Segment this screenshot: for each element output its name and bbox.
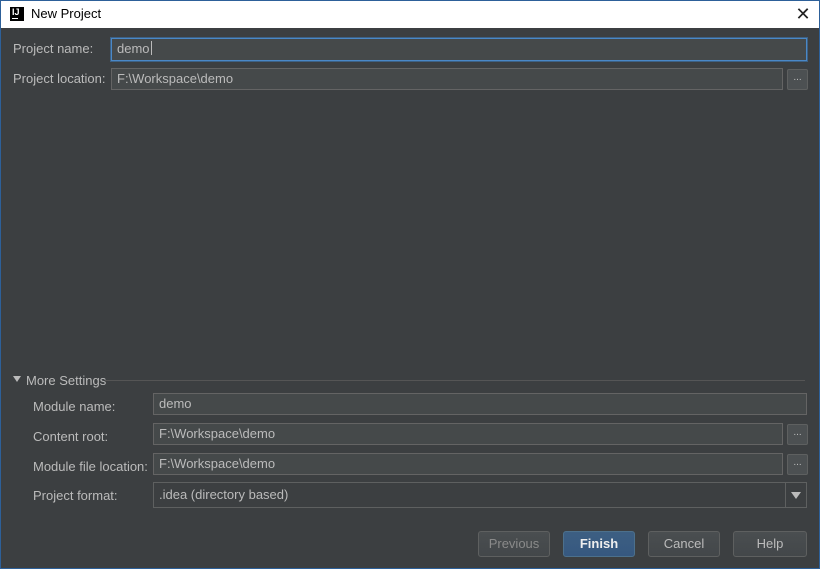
triangle-down-icon (13, 376, 21, 382)
new-project-dialog: IJ New Project ✕ Project name: demo Proj… (0, 0, 820, 569)
window-title: New Project (31, 6, 102, 21)
project-location-input[interactable]: F:\Workspace\demo (111, 68, 783, 90)
module-name-label: Module name: (33, 399, 116, 414)
content-root-browse-button[interactable]: ... (787, 424, 808, 445)
project-name-input[interactable]: demo (111, 38, 807, 61)
cancel-button[interactable]: Cancel (648, 531, 720, 557)
help-button[interactable]: Help (733, 531, 807, 557)
finish-button[interactable]: Finish (563, 531, 635, 557)
more-settings-label: More Settings (26, 373, 107, 388)
module-file-location-browse-button[interactable]: ... (787, 454, 808, 475)
module-name-input[interactable]: demo (153, 393, 807, 415)
chevron-down-icon[interactable] (785, 483, 806, 507)
logo-text: IJ (12, 7, 20, 17)
project-location-browse-button[interactable]: ... (787, 69, 808, 90)
close-icon[interactable]: ✕ (795, 5, 811, 23)
project-location-label: Project location: (13, 71, 106, 86)
previous-button[interactable]: Previous (478, 531, 550, 557)
project-format-label: Project format: (33, 488, 118, 503)
project-format-value: .idea (directory based) (159, 487, 289, 502)
module-file-location-input[interactable]: F:\Workspace\demo (153, 453, 783, 475)
intellij-logo-icon: IJ (10, 7, 24, 21)
project-name-label: Project name: (13, 41, 94, 56)
module-file-location-label: Module file location: (33, 459, 148, 474)
content-root-input[interactable]: F:\Workspace\demo (153, 423, 783, 445)
text-caret (150, 41, 152, 55)
project-format-select[interactable]: .idea (directory based) (153, 482, 807, 508)
content-root-label: Content root: (33, 429, 109, 444)
title-bar: IJ New Project ✕ (1, 1, 819, 28)
section-divider (105, 380, 805, 381)
